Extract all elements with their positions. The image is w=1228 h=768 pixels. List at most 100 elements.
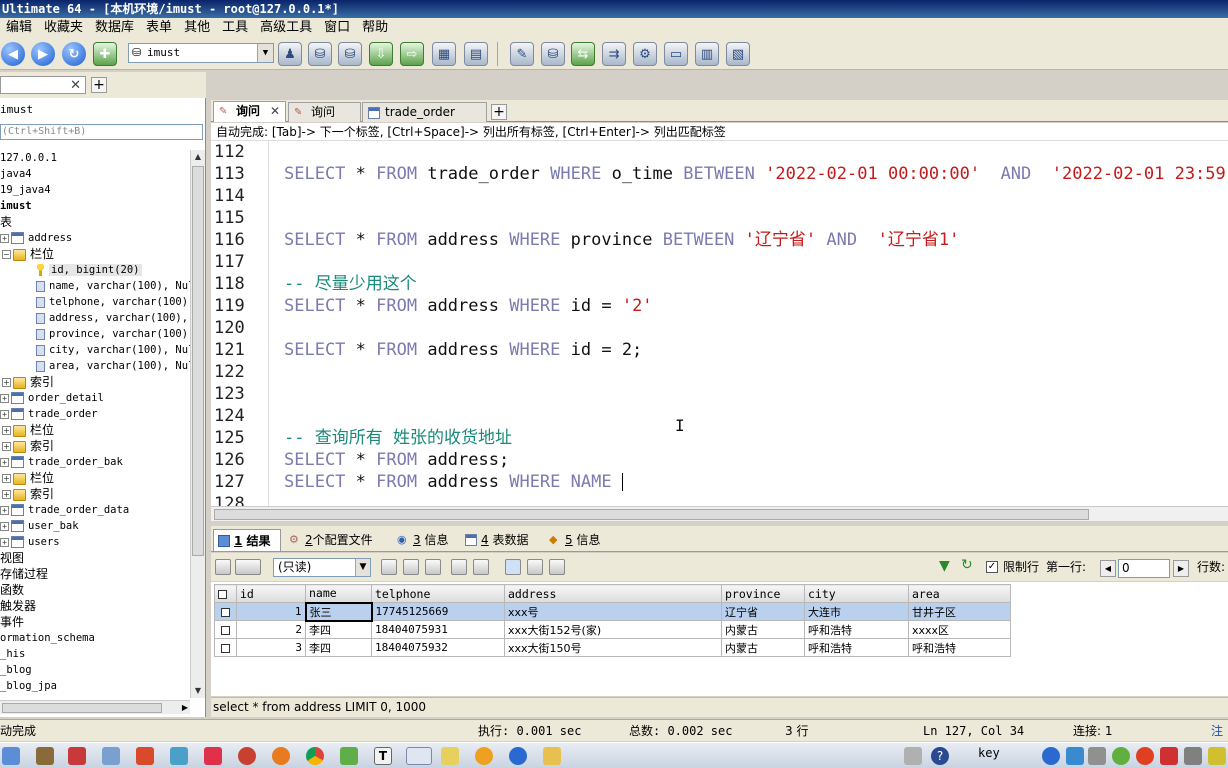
text-view-icon[interactable] xyxy=(549,559,565,575)
tree-node[interactable]: 事件 xyxy=(0,614,24,630)
code-line[interactable]: -- 尽量少用这个 xyxy=(284,273,417,295)
tab-trade-order[interactable]: trade_order xyxy=(362,102,487,122)
select-all-header[interactable] xyxy=(214,584,237,603)
export-icon[interactable]: ⇨ xyxy=(400,42,424,66)
row-checkbox[interactable] xyxy=(221,643,230,653)
app-icon[interactable] xyxy=(509,747,527,765)
scroll-thumb[interactable] xyxy=(192,166,204,556)
tree-node[interactable]: _blog xyxy=(0,662,32,678)
backup-icon[interactable]: ⛁ xyxy=(308,42,332,66)
sqlyog-task-icon[interactable] xyxy=(406,747,432,765)
designer-icon[interactable]: ▧ xyxy=(726,42,750,66)
code-line[interactable]: SELECT * FROM address WHERE id = '2' xyxy=(284,295,653,317)
tree-node[interactable]: + order_detail xyxy=(0,390,104,406)
scroll-down-icon[interactable]: ▼ xyxy=(192,684,204,698)
tree-node[interactable]: + 索引 xyxy=(2,374,54,390)
table-cell[interactable]: 李四 xyxy=(305,638,372,657)
prev-page-button[interactable]: ◀ xyxy=(1100,560,1116,577)
chrome-icon[interactable] xyxy=(306,747,324,765)
user-manager-icon[interactable]: ♟ xyxy=(278,42,302,66)
table-cell[interactable]: 3 xyxy=(236,638,306,657)
row-select-cell[interactable] xyxy=(214,638,237,657)
tab-profiles[interactable]: ⚙ 2个配置文件 xyxy=(285,529,385,551)
table-cell[interactable]: 内蒙古 xyxy=(721,620,805,639)
help-icon[interactable]: ? xyxy=(931,747,949,765)
expand-icon[interactable]: + xyxy=(2,490,11,499)
tree-node[interactable]: imust xyxy=(0,198,32,214)
menu-item[interactable]: 其他 xyxy=(178,18,216,38)
tray-icon[interactable] xyxy=(1112,747,1130,765)
tree-node[interactable]: + user_bak xyxy=(0,518,79,534)
expand-icon[interactable]: + xyxy=(0,233,9,243)
table-row[interactable]: 3 李四 18404075932 xxx大街150号 内蒙古 呼和浩特 呼和浩特 xyxy=(214,638,1011,657)
column-header[interactable]: name xyxy=(305,584,372,603)
sync-db-icon[interactable]: ⛁ xyxy=(541,42,565,66)
copy-menu-icon[interactable] xyxy=(235,559,261,575)
new-connection-icon[interactable]: ✚ xyxy=(93,42,117,66)
tree-node[interactable]: + 索引 xyxy=(2,486,54,502)
table-cell[interactable]: 1 xyxy=(236,602,306,621)
volume-icon[interactable] xyxy=(1184,747,1202,765)
expand-icon[interactable]: + xyxy=(0,505,9,515)
table-row[interactable]: 1 张三 17745125669 xxx号 辽宁省 大连市 甘井子区 xyxy=(214,601,1011,622)
expand-icon[interactable]: + xyxy=(2,442,11,451)
sql-editor[interactable]: 112 113 114 115 116 117 118 119 120 121 122 123 124 1… xyxy=(211,141,1228,506)
tree-node[interactable]: + trade_order xyxy=(0,406,98,422)
tree-node[interactable]: 19_java4 xyxy=(0,182,51,198)
tree-node[interactable]: address, varchar(100), xyxy=(36,310,188,326)
menu-item[interactable]: 表单 xyxy=(140,18,178,38)
restore-icon[interactable]: ⛁ xyxy=(338,42,362,66)
table-cell[interactable]: 18404075931 xyxy=(371,620,505,639)
chevron-down-icon[interactable]: ▼ xyxy=(257,44,273,62)
select-all-checkbox[interactable] xyxy=(218,589,227,599)
expand-icon[interactable]: + xyxy=(2,426,11,435)
app-icon[interactable] xyxy=(136,747,154,765)
tree-node[interactable]: + 栏位 xyxy=(2,422,54,438)
scroll-right-icon[interactable]: ▶ xyxy=(182,701,188,715)
register-link[interactable]: 注 xyxy=(1211,720,1223,742)
table-cell[interactable]: xxx号 xyxy=(504,602,722,621)
filter-icon[interactable]: ▼ xyxy=(939,558,950,574)
cancel-changes-icon[interactable] xyxy=(473,559,489,575)
table-row[interactable]: 2 李四 18404075931 xxx大街152号(家) 内蒙古 呼和浩特 xxxx区 xyxy=(214,620,1011,639)
column-header[interactable]: area xyxy=(908,584,1011,603)
menu-item[interactable]: 工具 xyxy=(216,18,254,38)
column-header[interactable]: telphone xyxy=(371,584,505,603)
copy-db-icon[interactable]: ⇉ xyxy=(602,42,626,66)
tree-node[interactable]: − 栏位 xyxy=(2,246,54,262)
menu-item[interactable]: 帮助 xyxy=(356,18,394,38)
tab-result[interactable]: 1 结果 xyxy=(213,529,281,551)
tree-node[interactable]: _blog_jpa xyxy=(0,678,57,694)
tree-vertical-scrollbar[interactable]: ▲ ▼ xyxy=(190,150,205,698)
row-checkbox[interactable] xyxy=(221,607,230,617)
edit-mode-select[interactable]: (只读) ▼ xyxy=(273,558,371,577)
export-result-icon[interactable] xyxy=(215,559,231,575)
table-cell[interactable]: 张三 xyxy=(304,601,373,622)
duplicate-row-icon[interactable] xyxy=(403,559,419,575)
table-cell[interactable]: 18404075932 xyxy=(371,638,505,657)
tab-query-1[interactable]: ✎ 询问 ✕ xyxy=(213,101,286,122)
table-cell[interactable]: xxxx区 xyxy=(908,620,1011,639)
collapse-icon[interactable]: − xyxy=(2,250,11,259)
add-tab-button[interactable]: + xyxy=(91,77,107,93)
close-icon[interactable]: ✕ xyxy=(70,77,81,94)
row-checkbox[interactable] xyxy=(221,625,230,635)
monitor-icon[interactable]: ▭ xyxy=(664,42,688,66)
table-cell[interactable]: 17745125669 xyxy=(371,602,505,621)
tree-node[interactable]: + users xyxy=(0,534,60,550)
tree-node[interactable]: + address xyxy=(0,230,72,246)
menu-item[interactable]: 数据库 xyxy=(89,18,140,38)
form-view-icon[interactable] xyxy=(527,559,543,575)
tree-node[interactable]: 表 xyxy=(0,214,12,230)
desktop-icon[interactable] xyxy=(2,747,20,765)
next-page-button[interactable]: ▶ xyxy=(1173,560,1189,577)
tree-node[interactable]: 函数 xyxy=(0,582,24,598)
tree-node[interactable]: + trade_order_bak xyxy=(0,454,123,470)
app-icon[interactable] xyxy=(170,747,188,765)
menu-item[interactable]: 高级工具 xyxy=(254,18,318,38)
insert-row-icon[interactable] xyxy=(381,559,397,575)
text-editor-icon[interactable]: T xyxy=(374,747,392,765)
expand-icon[interactable]: + xyxy=(0,521,9,531)
first-row-input[interactable]: 0 xyxy=(1118,559,1170,578)
chevron-down-icon[interactable]: ▼ xyxy=(355,559,370,576)
